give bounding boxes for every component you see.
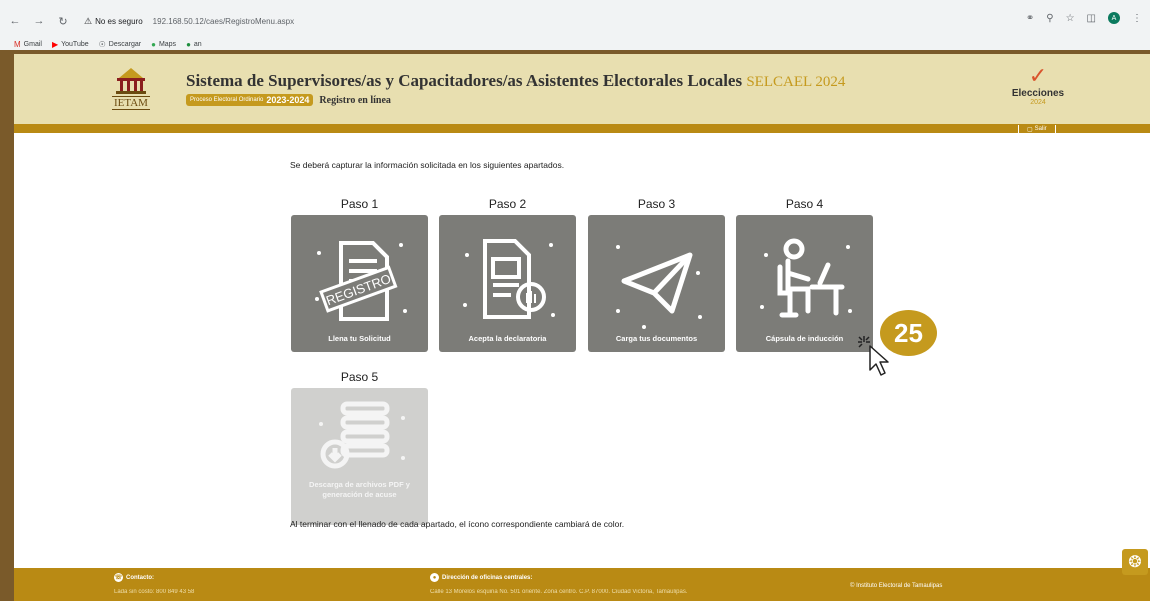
step-5-card[interactable]: Descarga de archivos PDF y generación de… — [291, 388, 428, 525]
step-5-label: Paso 5 — [340, 370, 379, 384]
zoom-icon[interactable]: ⚲ — [1046, 13, 1053, 24]
step-1-label: Paso 1 — [340, 197, 379, 211]
bookmark-descargar[interactable]: ☉ Descargar — [99, 40, 141, 49]
footer-address: ● Dirección de oficinas centrales: Calle … — [430, 573, 688, 595]
site-header: IETAM Sistema de Supervisores/as y Capac… — [14, 54, 1150, 124]
step-2-label: Paso 2 — [488, 197, 527, 211]
intro-text: Se deberá capturar la información solici… — [290, 160, 565, 170]
brand-name: SELCAEL 2024 — [746, 74, 846, 90]
profile-avatar[interactable]: A — [1108, 12, 1120, 24]
download-stack-icon — [319, 401, 405, 469]
step-4-label: Paso 4 — [785, 197, 824, 211]
warning-icon: ⚠ — [84, 15, 93, 26]
elecciones-logo: ✓ Elecciones 2024 — [1011, 63, 1065, 107]
sidepanel-icon[interactable]: ◫ — [1087, 13, 1096, 24]
map-pin-icon: ● — [151, 39, 156, 49]
ietam-logo-text: IETAM — [112, 96, 150, 110]
person-at-desk-icon — [760, 238, 852, 318]
star-icon[interactable]: ☆ — [1066, 13, 1075, 24]
youtube-icon: ▶ — [51, 39, 59, 49]
forward-arrow-icon[interactable]: → — [30, 12, 48, 30]
bookmark-gmail[interactable]: M Gmail — [14, 40, 42, 49]
bookmark-an[interactable]: ● an — [186, 40, 202, 49]
header-bar — [14, 124, 1150, 133]
footer-contact: ☏ Contacto: Lada sin costo: 800 849 43 58 — [114, 573, 195, 595]
menu-icon[interactable]: ⋮ — [1132, 13, 1142, 24]
footer-copyright: © Instituto Electoral de Tamaulipas — [850, 583, 943, 589]
security-status: No es seguro — [95, 16, 143, 26]
logout-icon: ▢ — [1027, 126, 1033, 133]
web-page: IETAM Sistema de Supervisores/as y Capac… — [14, 54, 1150, 601]
globe-icon: ☉ — [98, 39, 106, 49]
step-2-caption: Acepta la declaratoria — [468, 334, 547, 343]
completion-note: Al terminar con el llenado de cada apart… — [290, 519, 625, 529]
reload-icon[interactable]: ↻ — [54, 12, 72, 30]
step-1-card[interactable]: REGISTRO Llena tu Solicitud — [291, 215, 428, 352]
bookmark-maps[interactable]: ● Maps — [151, 40, 176, 49]
accessibility-icon[interactable]: ❂ — [1122, 549, 1148, 575]
subtitle: Proceso Electoral Ordinario 2023-2024 Re… — [186, 94, 391, 106]
step-3-caption: Carga tus documentos — [615, 334, 698, 343]
process-pill: Proceso Electoral Ordinario 2023-2024 — [186, 94, 314, 106]
step-2-card[interactable]: Acepta la declaratoria — [439, 215, 576, 352]
key-icon[interactable]: ⚭ — [1026, 13, 1034, 24]
bookmarks-bar: M Gmail ▶ YouTube ☉ Descargar ● Maps ● an — [14, 38, 202, 50]
gmail-icon: M — [14, 39, 21, 49]
step-3-card[interactable]: Carga tus documentos — [588, 215, 725, 352]
browser-chrome: ← → ↻ ⚠ No es seguro 192.168.50.12/caes/… — [0, 0, 1150, 50]
page-title: Sistema de Supervisores/as y Capacitador… — [186, 71, 846, 90]
ietam-logo[interactable]: IETAM — [106, 66, 156, 114]
bookmark-youtube[interactable]: ▶ YouTube — [52, 40, 89, 49]
step-3-label: Paso 3 — [637, 197, 676, 211]
step-4-card[interactable]: Cápsula de inducción — [736, 215, 873, 352]
mouse-cursor-icon — [858, 336, 889, 376]
ballot-check-icon: ✓ — [1028, 63, 1048, 88]
logout-button[interactable]: ▢ Salir — [1018, 125, 1056, 133]
paper-plane-icon — [616, 245, 702, 329]
site-footer: ☏ Contacto: Lada sin costo: 800 849 43 58… — [14, 568, 1150, 601]
circle-icon: ● — [186, 39, 191, 49]
step-4-caption: Cápsula de inducción — [765, 334, 844, 343]
location-pin-icon: ● — [430, 573, 439, 582]
address-bar[interactable]: ⚠ No es seguro 192.168.50.12/caes/Regist… — [84, 12, 314, 30]
phone-icon: ☏ — [114, 573, 123, 582]
url-text: 192.168.50.12/caes/RegistroMenu.aspx — [152, 16, 295, 26]
step-5-caption: Descarga de archivos PDF y generación de… — [309, 480, 410, 499]
back-arrow-icon[interactable]: ← — [6, 12, 24, 30]
declaration-document-icon — [463, 239, 555, 319]
building-icon — [116, 68, 146, 94]
step-1-caption: Llena tu Solicitud — [328, 334, 391, 343]
registration-document-icon: REGISTRO — [315, 241, 407, 321]
